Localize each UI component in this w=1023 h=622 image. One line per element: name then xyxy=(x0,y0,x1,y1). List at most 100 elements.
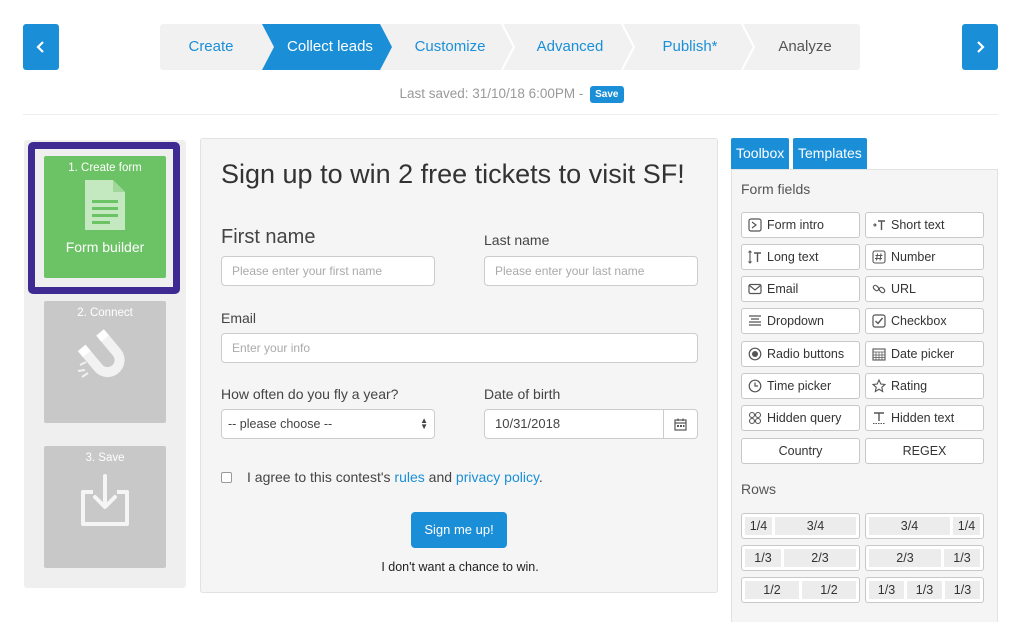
row-cell: 1/2 xyxy=(745,581,799,599)
tile-save-number: 3. Save xyxy=(85,452,125,464)
chevron-right-icon xyxy=(977,41,985,53)
sign-up-button[interactable]: Sign me up! xyxy=(411,512,507,548)
tool-regex[interactable]: REGEX xyxy=(865,438,984,464)
row-cell: 1/3 xyxy=(745,549,781,567)
calendar-icon xyxy=(674,418,687,431)
link-icon xyxy=(871,281,887,297)
clock-icon xyxy=(747,378,763,394)
tile-connect[interactable]: 2. Connect xyxy=(44,301,166,423)
tool-url-label: URL xyxy=(891,282,917,296)
dob-label: Date of birth xyxy=(484,386,561,402)
tool-time-picker-label: Time picker xyxy=(767,379,832,393)
tool-short-text[interactable]: Short text xyxy=(865,212,984,238)
decline-link[interactable]: I don't want a chance to win. xyxy=(201,560,719,574)
tool-number-label: Number xyxy=(891,250,936,264)
agree-text: I agree to this contest's rules and priv… xyxy=(247,469,543,485)
tool-number[interactable]: Number xyxy=(865,244,984,270)
tool-hidden-text[interactable]: Hidden text xyxy=(865,405,984,431)
star-icon xyxy=(871,378,887,394)
row-cell: 1/3 xyxy=(944,549,980,567)
short-text-icon xyxy=(871,217,887,233)
save-status: Last saved: 31/10/18 6:00PM - Save xyxy=(0,86,1023,103)
rows-title: Rows xyxy=(741,481,777,497)
step-publish[interactable]: Publish* xyxy=(630,24,750,70)
row-layout-1-4-3-4[interactable]: 1/4 3/4 xyxy=(741,513,860,539)
tool-hidden-text-label: Hidden text xyxy=(891,411,955,425)
privacy-policy-link[interactable]: privacy policy xyxy=(456,469,539,485)
agree-checkbox[interactable] xyxy=(221,472,232,483)
last-name-label: Last name xyxy=(484,232,550,248)
hidden-text-icon xyxy=(871,410,887,426)
tool-dropdown[interactable]: Dropdown xyxy=(741,308,860,334)
tool-time-picker[interactable]: Time picker xyxy=(741,373,860,399)
tool-hidden-query[interactable]: Hidden query xyxy=(741,405,860,431)
tool-form-intro[interactable]: Form intro xyxy=(741,212,860,238)
row-cell: 3/4 xyxy=(869,517,950,535)
row-cell: 1/4 xyxy=(953,517,980,535)
email-icon xyxy=(747,281,763,297)
row-layout-1-3-2-3[interactable]: 1/3 2/3 xyxy=(741,545,860,571)
row-layout-1-2-1-2[interactable]: 1/2 1/2 xyxy=(741,577,860,603)
tab-templates[interactable]: Templates xyxy=(793,138,867,169)
first-name-label: First name xyxy=(221,226,316,248)
tool-short-text-label: Short text xyxy=(891,218,945,232)
next-step-button[interactable] xyxy=(962,24,998,70)
rules-link[interactable]: rules xyxy=(394,469,424,485)
tool-email[interactable]: Email xyxy=(741,276,860,302)
tool-checkbox-label: Checkbox xyxy=(891,314,947,328)
step-create[interactable]: Create xyxy=(160,24,262,70)
tool-date-picker[interactable]: Date picker xyxy=(865,341,984,367)
step-collect-leads[interactable]: Collect leads xyxy=(270,24,390,70)
tool-rating[interactable]: Rating xyxy=(865,373,984,399)
tab-toolbox[interactable]: Toolbox xyxy=(731,138,790,169)
row-layout-1-3-1-3-1-3[interactable]: 1/3 1/3 1/3 xyxy=(865,577,984,603)
row-cell: 1/3 xyxy=(907,581,942,599)
checkbox-icon xyxy=(871,313,887,329)
calendar-icon xyxy=(871,346,887,362)
select-arrows-icon: ▲ ▼ xyxy=(420,416,428,431)
form-title[interactable]: Sign up to win 2 free tickets to visit S… xyxy=(221,159,685,190)
agree-text-and: and xyxy=(424,469,456,485)
previous-step-button[interactable] xyxy=(23,24,59,70)
row-cell: 2/3 xyxy=(869,549,941,567)
save-button[interactable]: Save xyxy=(590,86,624,103)
step-analyze[interactable]: Analyze xyxy=(750,24,860,70)
agree-text-end: . xyxy=(538,469,543,485)
row-cell: 1/3 xyxy=(869,581,904,599)
calendar-button[interactable] xyxy=(663,409,698,439)
tool-radio-buttons[interactable]: Radio buttons xyxy=(741,341,860,367)
dob-input[interactable]: 10/31/2018 xyxy=(484,409,664,439)
email-label: Email xyxy=(221,310,257,326)
email-input[interactable]: Enter your info xyxy=(221,333,698,363)
step-advanced[interactable]: Advanced xyxy=(510,24,630,70)
form-preview: Sign up to win 2 free tickets to visit S… xyxy=(200,138,718,593)
hidden-query-icon xyxy=(747,410,763,426)
tool-long-text-label: Long text xyxy=(767,250,819,264)
tool-checkbox[interactable]: Checkbox xyxy=(865,308,984,334)
step-customize[interactable]: Customize xyxy=(390,24,510,70)
toolbox-panel: Form fields Form intro Short text Long t… xyxy=(731,169,998,622)
row-layout-3-4-1-4[interactable]: 3/4 1/4 xyxy=(865,513,984,539)
tile-create-form[interactable]: 1. Create form Form builder xyxy=(44,156,166,278)
fly-frequency-select[interactable]: -- please choose -- ▲ ▼ xyxy=(221,409,435,439)
last-name-input[interactable]: Please enter your last name xyxy=(484,256,698,286)
tile-create-form-name: Form builder xyxy=(65,239,145,255)
tool-form-intro-label: Form intro xyxy=(767,218,824,232)
radio-icon xyxy=(747,346,763,362)
magnet-icon xyxy=(77,329,125,378)
tile-create-form-number: 1. Create form xyxy=(68,162,142,174)
tool-long-text[interactable]: Long text xyxy=(741,244,860,270)
tool-country[interactable]: Country xyxy=(741,438,860,464)
chevron-left-icon xyxy=(36,41,44,53)
form-intro-icon xyxy=(747,217,763,233)
form-fields-title: Form fields xyxy=(741,181,811,197)
row-cell: 1/2 xyxy=(802,581,856,599)
tile-save[interactable]: 3. Save xyxy=(44,446,166,568)
number-icon xyxy=(871,249,887,265)
tool-url[interactable]: URL xyxy=(865,276,984,302)
first-name-input[interactable]: Please enter your first name xyxy=(221,256,435,286)
row-layout-2-3-1-3[interactable]: 2/3 1/3 xyxy=(865,545,984,571)
long-text-icon xyxy=(747,249,763,265)
divider xyxy=(23,114,998,115)
tile-connect-number: 2. Connect xyxy=(77,307,133,319)
